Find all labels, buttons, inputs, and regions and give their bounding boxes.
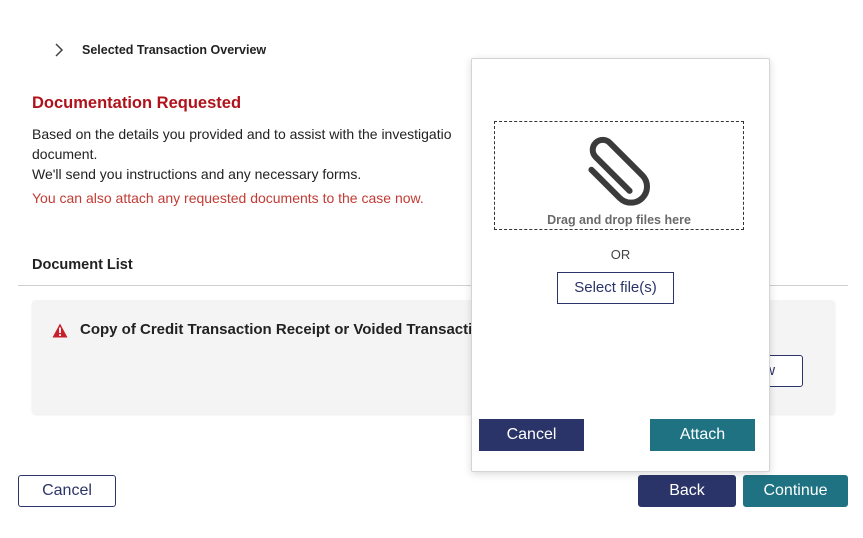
transaction-overview-toggle[interactable]: Selected Transaction Overview xyxy=(52,42,266,58)
warning-icon xyxy=(52,323,68,338)
attach-button[interactable]: Attach xyxy=(650,419,755,451)
or-divider-text: OR xyxy=(610,247,631,262)
document-name: Copy of Credit Transaction Receipt or Vo… xyxy=(80,321,473,338)
overview-label: Selected Transaction Overview xyxy=(82,43,267,57)
paperclip-icon xyxy=(588,136,651,206)
attach-note: You can also attach any requested docume… xyxy=(32,190,424,206)
continue-button[interactable]: Continue xyxy=(743,475,848,507)
back-button[interactable]: Back xyxy=(638,475,736,507)
select-files-button[interactable]: Select file(s) xyxy=(557,272,674,304)
dropzone-text: Drag and drop files here xyxy=(547,213,691,227)
file-dropzone[interactable]: Drag and drop files here xyxy=(494,121,744,230)
chevron-right-icon xyxy=(55,43,64,57)
cancel-button[interactable]: Cancel xyxy=(18,475,116,507)
document-list-heading: Document List xyxy=(32,257,133,273)
upload-modal: Drag and drop files here OR Select file(… xyxy=(471,58,770,472)
documentation-title: Documentation Requested xyxy=(32,94,242,112)
page: Selected Transaction Overview Documentat… xyxy=(0,0,863,538)
modal-cancel-button[interactable]: Cancel xyxy=(479,419,584,451)
